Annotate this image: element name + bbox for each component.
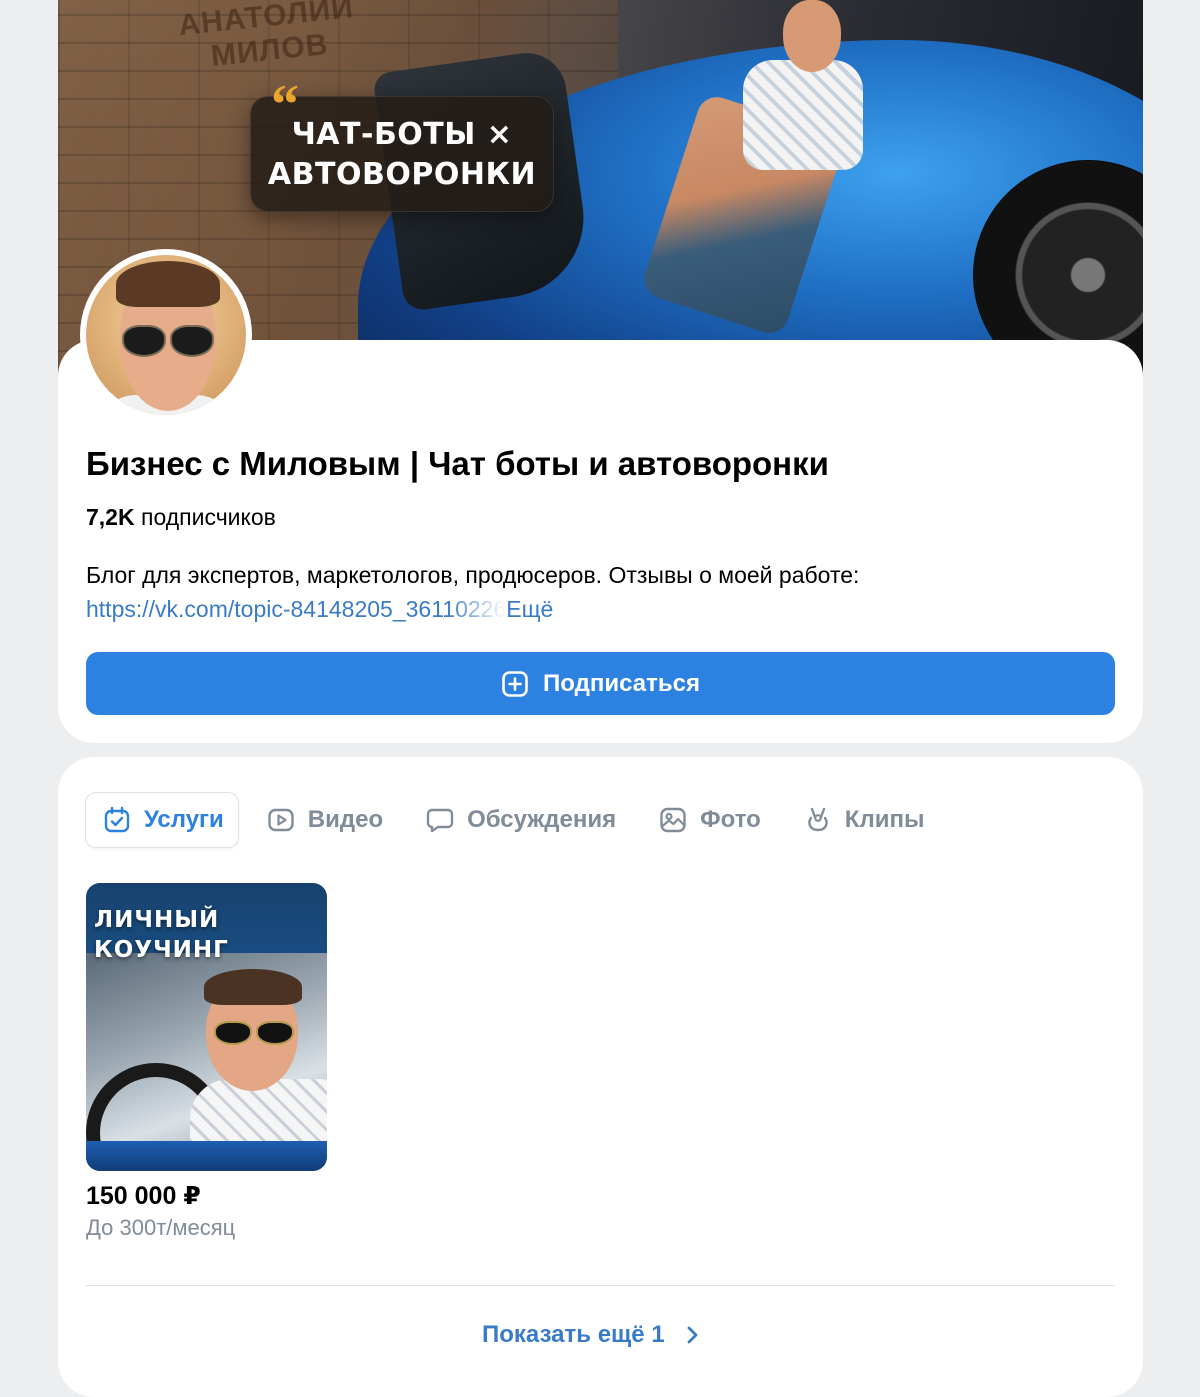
product-card[interactable]: ЛИЧНЫЙ КОУЧИНГ 150 000 ₽ До 300т/месяц: [86, 883, 327, 1243]
cover-speech-bubble: “ ЧАТ-БОТЫ × АВТОВОРОНКИ: [250, 77, 554, 212]
cover-person-head: [783, 0, 841, 72]
product-image-hair: [204, 969, 302, 1005]
avatar-photo: [86, 255, 246, 415]
chat-bubble-icon: [426, 808, 454, 833]
product-image-car-door: [86, 1141, 327, 1171]
product-description: До 300т/месяц: [86, 1215, 236, 1240]
subscribers-count[interactable]: 7,2K подписчиков: [86, 502, 276, 532]
product-image-sunglasses: [214, 1021, 294, 1045]
avatar[interactable]: [80, 249, 252, 421]
subscribers-label: подписчиков: [140, 504, 276, 530]
subscribe-label: Подписаться: [543, 669, 700, 697]
group-description: Блог для экспертов, маркетологов, продюс…: [86, 562, 860, 588]
product-image[interactable]: ЛИЧНЫЙ КОУЧИНГ: [86, 883, 327, 1171]
tab-clips-label: Клипы: [844, 806, 925, 833]
subscribers-number: 7,2K: [86, 504, 135, 530]
calendar-check-icon: [104, 806, 130, 833]
product-image-title: ЛИЧНЫЙ КОУЧИНГ: [94, 907, 229, 963]
tab-discussions-label: Обсуждения: [467, 806, 617, 833]
chevron-right-icon: [687, 1326, 698, 1344]
plus-square-icon: [502, 670, 528, 697]
tab-discussions[interactable]: Обсуждения: [409, 793, 630, 847]
product-price: 150 000 ₽: [86, 1182, 201, 1210]
avatar-hair: [116, 261, 220, 307]
cover-person-shirt: [743, 60, 863, 170]
avatar-sunglasses: [122, 325, 214, 357]
description-link[interactable]: https://vk.com/topic-84148205_36110226: [86, 592, 506, 626]
show-more-label: Показать ещё 1: [482, 1321, 665, 1348]
tab-photo[interactable]: Фото: [642, 793, 775, 847]
subscribe-button[interactable]: Подписаться: [86, 652, 1115, 715]
tab-video-label: Видео: [307, 806, 384, 833]
tab-services[interactable]: Услуги: [86, 793, 238, 847]
clips-icon: [808, 807, 828, 832]
tab-services-label: Услуги: [144, 806, 224, 833]
photo-icon: [660, 807, 686, 833]
tab-photo-label: Фото: [700, 806, 761, 833]
divider: [86, 1285, 1115, 1286]
tab-video[interactable]: Видео: [250, 793, 397, 847]
tab-clips[interactable]: Клипы: [787, 793, 939, 847]
page-title: Бизнес с Миловым | Чат боты и автоворонк…: [86, 445, 829, 482]
description-link-row: https://vk.com/topic-84148205_36110226Ещ…: [86, 592, 553, 626]
section-tabs: Услуги Видео Обсуждения Фото Клипы: [86, 792, 950, 848]
show-more-description-link[interactable]: Ещё: [506, 592, 553, 626]
cover-bubble-text: ЧАТ-БОТЫ × АВТОВОРОНКИ: [267, 117, 537, 192]
show-more-button[interactable]: Показать ещё 1: [482, 1316, 705, 1354]
video-play-icon: [268, 808, 294, 832]
